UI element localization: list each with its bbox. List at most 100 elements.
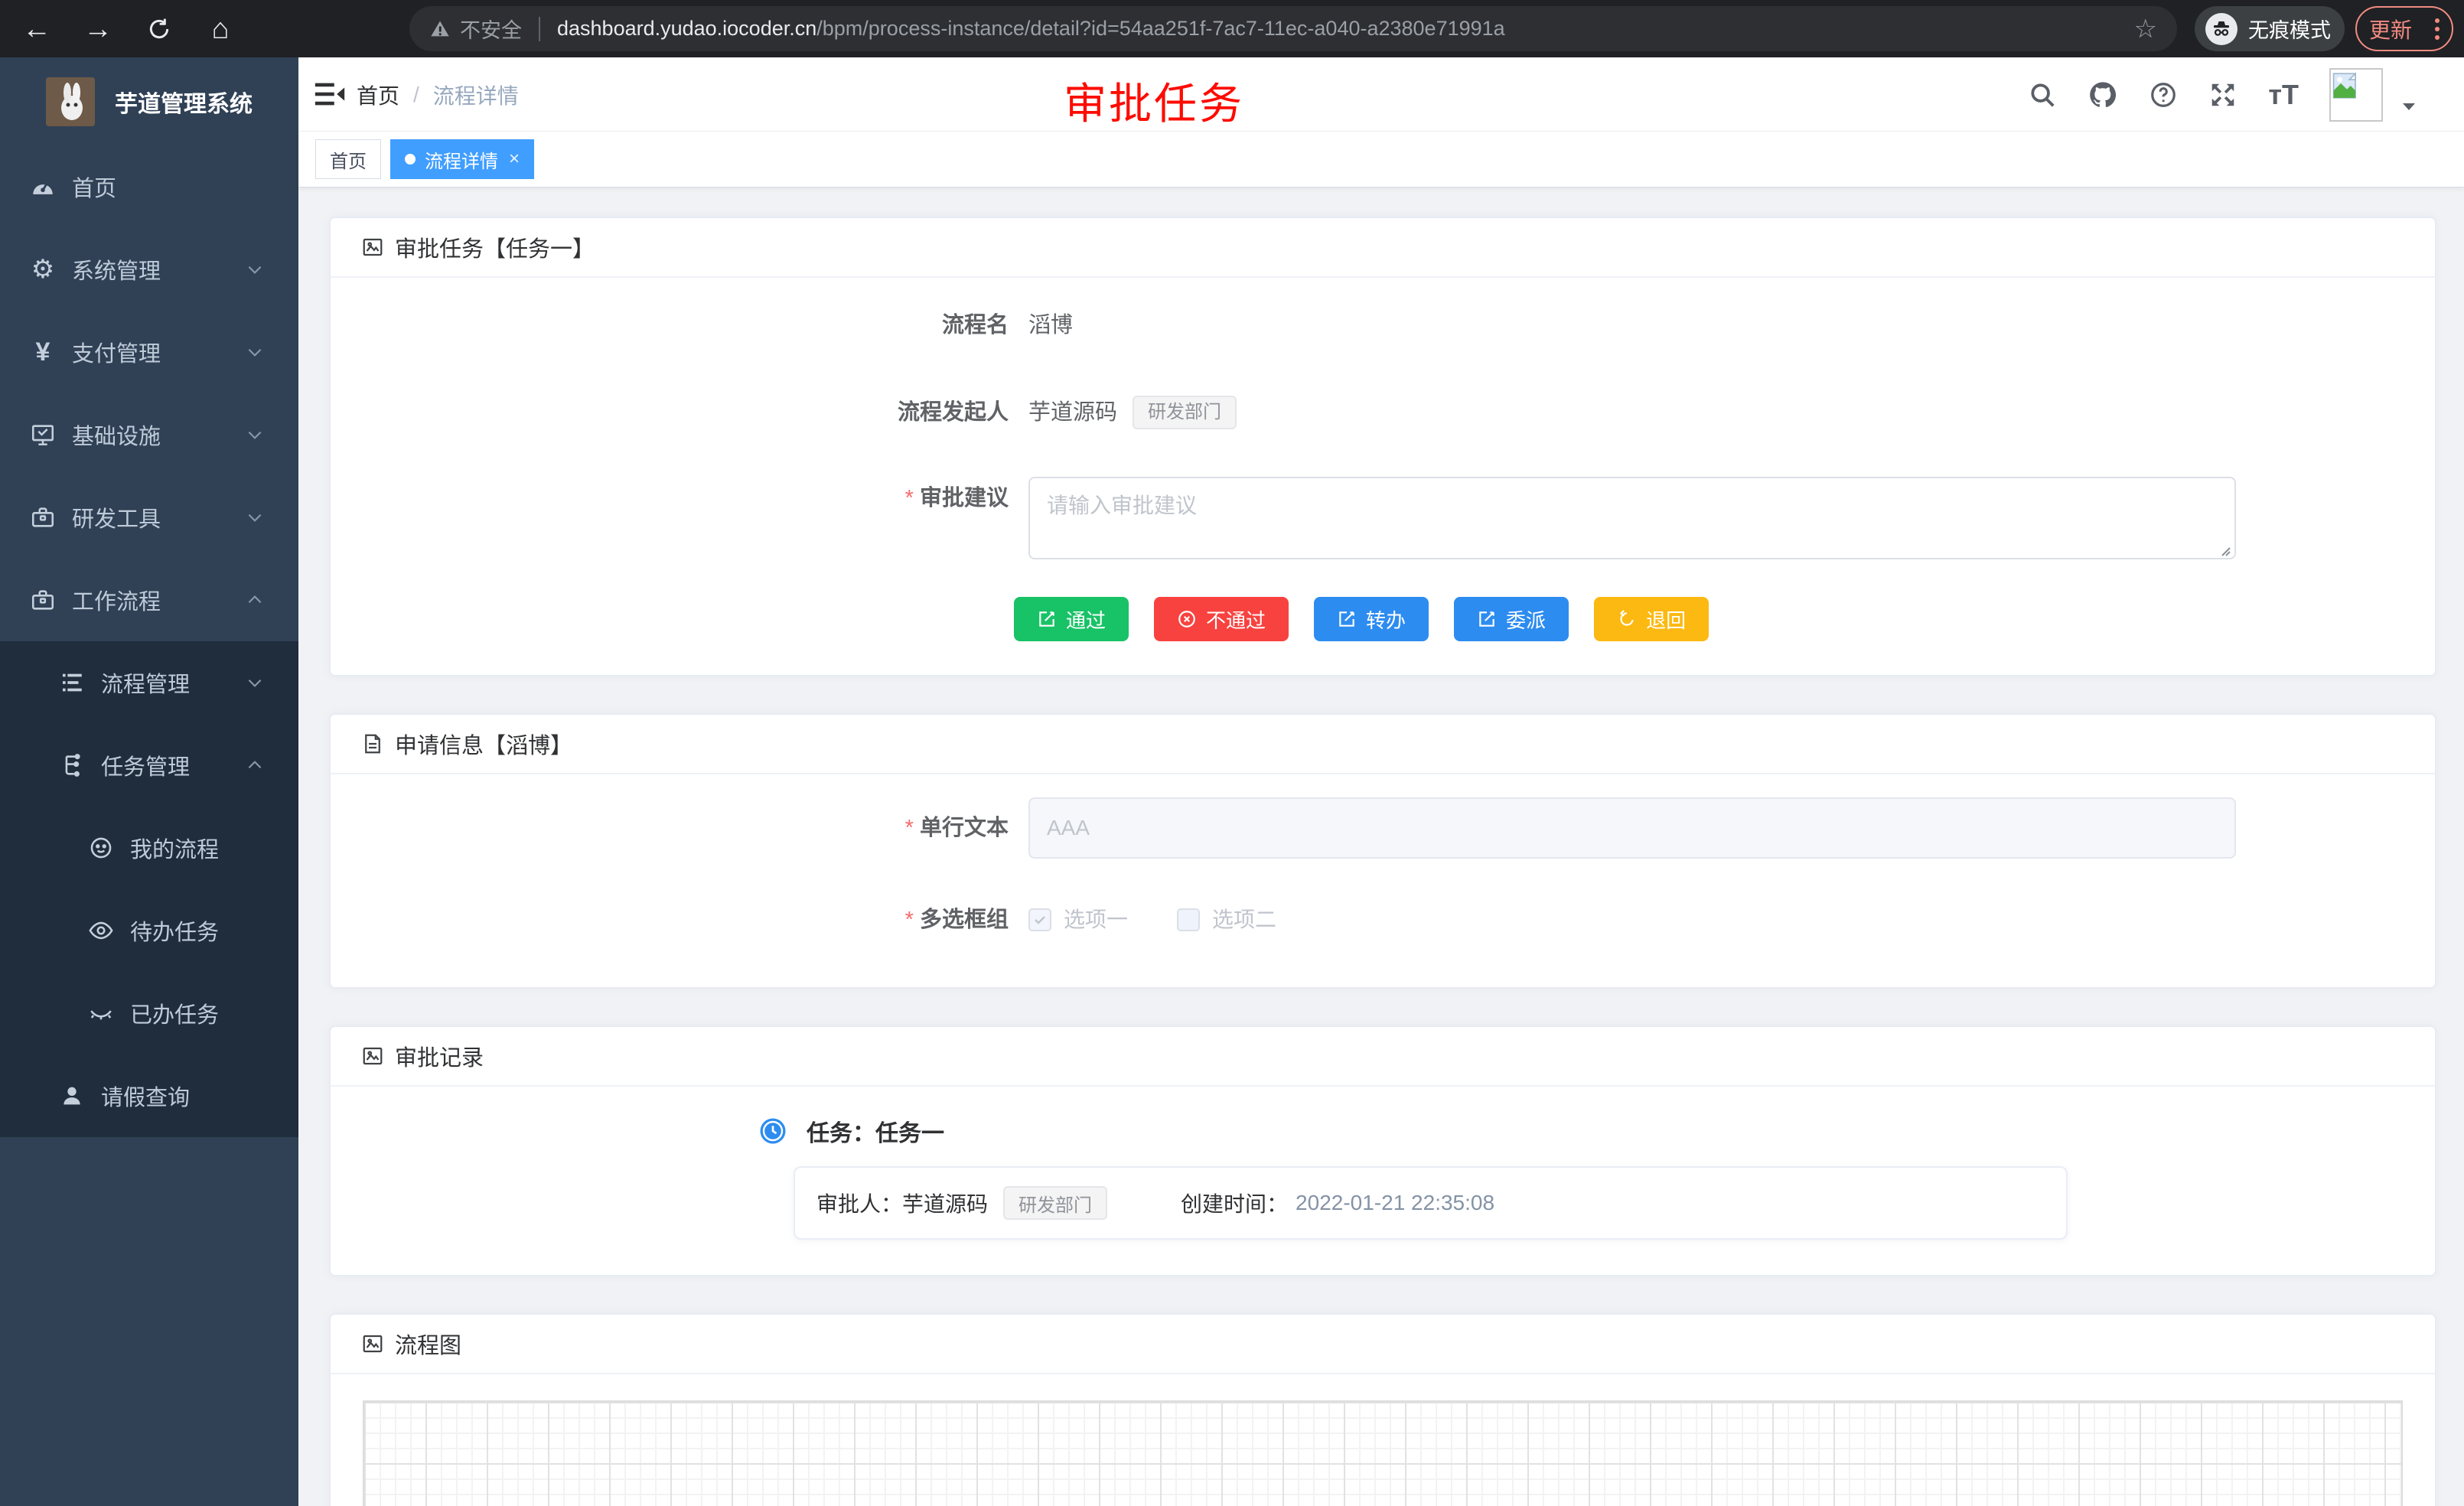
browser-forward-icon[interactable]: → [80, 11, 116, 47]
suggestion-field-wrap [1028, 477, 2236, 563]
tab-label: 首页 [330, 146, 367, 173]
task-title: 任务：任务一 [807, 1114, 944, 1148]
initiator-name: 芋道源码 [1028, 391, 1117, 434]
app-frame: 芋道管理系统 首页 ⚙ 系统管理 ¥ 支付管理 基础设施 [0, 57, 2464, 1506]
avatar[interactable] [2329, 68, 2383, 122]
single-text-label: 单行文本 [331, 797, 1028, 859]
sidebar-logo-row[interactable]: 芋道管理系统 [0, 57, 298, 145]
approve-actions: 通过 不通过 转办 委派 [331, 597, 2435, 641]
sidebar-item-task-mgmt[interactable]: 任务管理 [0, 724, 298, 807]
font-size-icon[interactable]: ᴛT [2268, 79, 2299, 111]
checkbox-option1 [1028, 908, 1051, 931]
delegate-button[interactable]: 委派 [1454, 597, 1569, 641]
app-logo [46, 77, 95, 126]
breadcrumb-home[interactable]: 首页 [357, 80, 399, 110]
sidebar-item-label: 流程管理 [101, 667, 190, 699]
sidebar-item-label: 已办任务 [130, 997, 219, 1029]
resize-grip-icon[interactable] [2218, 543, 2231, 557]
sidebar-item-label: 任务管理 [101, 749, 190, 781]
approver-name: 芋道源码 [902, 1188, 988, 1218]
reject-button[interactable]: 不通过 [1154, 597, 1289, 641]
sidebar-item-done-tasks[interactable]: 已办任务 [0, 972, 298, 1055]
browser-menu-icon[interactable] [2435, 18, 2440, 40]
pass-button[interactable]: 通过 [1014, 597, 1129, 641]
picture-icon [361, 1332, 384, 1355]
sidebar-item-home[interactable]: 首页 [0, 145, 298, 228]
apply-info-card: 申请信息【滔博】 单行文本 多选框组 选项一 [329, 713, 2436, 989]
approve-task-card: 审批任务【任务一】 流程名 滔博 流程发起人 芋道源码 研发部门 [329, 217, 2436, 676]
card-title: 审批任务【任务一】 [395, 231, 595, 263]
sidebar-item-my-process[interactable]: 我的流程 [0, 807, 298, 889]
suggestion-textarea[interactable] [1028, 477, 2236, 559]
initiator-label: 流程发起人 [331, 391, 1028, 434]
main-area: 首页 / 流程详情 审批任务 ᴛT 首页 [298, 57, 2464, 1506]
clock-icon [759, 1117, 787, 1145]
tags-view-bar: 首页 流程详情 × [298, 132, 2464, 187]
warning-icon [429, 18, 451, 40]
top-navbar: 首页 / 流程详情 审批任务 ᴛT [298, 57, 2464, 132]
sidebar-item-label: 系统管理 [72, 253, 161, 285]
sidebar-item-system[interactable]: ⚙ 系统管理 [0, 228, 298, 311]
apply-info-card-header: 申请信息【滔博】 [331, 715, 2435, 774]
return-button-label: 退回 [1646, 605, 1686, 634]
bookmark-star-icon[interactable]: ☆ [2134, 14, 2157, 44]
github-icon[interactable] [2088, 80, 2118, 110]
address-bar[interactable]: 不安全 dashboard.yudao.iocoder.cn/bpm/proce… [409, 6, 2177, 51]
created-time-value: 2022-01-21 22:35:08 [1296, 1191, 1494, 1215]
dept-tag: 研发部门 [1003, 1186, 1107, 1220]
sidebar-item-leave-query[interactable]: 请假查询 [0, 1055, 298, 1137]
sidebar-item-workflow[interactable]: 工作流程 [0, 559, 298, 641]
sidebar-item-todo-tasks[interactable]: 待办任务 [0, 889, 298, 972]
checkbox-option2-label: 选项二 [1212, 898, 1276, 941]
sidebar-item-label: 我的流程 [130, 832, 219, 864]
help-icon[interactable] [2149, 80, 2178, 109]
sidebar-item-pay[interactable]: ¥ 支付管理 [0, 311, 298, 393]
tab-close-icon[interactable]: × [509, 148, 520, 170]
checkbox-option2 [1177, 908, 1200, 931]
bpmn-canvas[interactable] [363, 1400, 2403, 1506]
browser-reload-icon[interactable] [141, 11, 178, 47]
user-face-icon [86, 833, 116, 863]
tab-home[interactable]: 首页 [315, 139, 381, 179]
approver-label: 审批人： [816, 1188, 902, 1218]
gear-icon: ⚙ [28, 254, 58, 285]
browser-toolbar: ← → ⌂ 不安全 dashboard.yudao.iocoder.cn/bpm… [0, 0, 2464, 57]
caret-down-icon[interactable] [2400, 97, 2418, 116]
return-button[interactable]: 退回 [1594, 597, 1709, 641]
monitor-icon [28, 419, 58, 450]
sidebar-item-label: 研发工具 [72, 501, 161, 533]
sidebar-item-label: 请假查询 [101, 1080, 190, 1112]
incognito-badge: 无痕模式 [2195, 6, 2345, 51]
approve-task-card-header: 审批任务【任务一】 [331, 218, 2435, 278]
initiator-value: 芋道源码 研发部门 [1028, 391, 1237, 434]
chevron-down-icon [245, 673, 265, 693]
picture-icon [361, 1045, 384, 1068]
hamburger-icon[interactable] [312, 77, 347, 112]
browser-home-icon[interactable]: ⌂ [202, 11, 239, 47]
flow-diagram-card: 流程图 [329, 1313, 2436, 1506]
card-title: 流程图 [395, 1328, 461, 1360]
transfer-button-label: 转办 [1366, 605, 1406, 634]
search-icon[interactable] [2028, 80, 2057, 109]
sidebar-item-devtools[interactable]: 研发工具 [0, 476, 298, 559]
browser-update-button[interactable]: 更新 [2355, 6, 2453, 51]
sidebar-item-infra[interactable]: 基础设施 [0, 393, 298, 476]
dashboard-icon [28, 171, 58, 202]
transfer-button[interactable]: 转办 [1314, 597, 1429, 641]
single-text-input [1028, 797, 2236, 859]
record-card: 审批人： 芋道源码 研发部门 创建时间： 2022-01-21 22:35:08 [794, 1166, 2068, 1240]
list-icon [57, 667, 87, 698]
sidebar-item-process-mgmt[interactable]: 流程管理 [0, 641, 298, 724]
suggestion-label: 审批建议 [331, 477, 1028, 520]
tab-process-detail[interactable]: 流程详情 × [390, 139, 534, 179]
url-text: dashboard.yudao.iocoder.cn/bpm/process-i… [557, 17, 1505, 41]
browser-back-icon[interactable]: ← [18, 11, 55, 47]
security-chip[interactable]: 不安全 [429, 14, 522, 44]
created-time-label: 创建时间： [1181, 1188, 1288, 1218]
sidebar-item-label: 首页 [72, 171, 116, 203]
chevron-down-icon [245, 507, 265, 527]
dept-tag: 研发部门 [1133, 396, 1237, 429]
breadcrumb-separator: / [413, 83, 419, 107]
fullscreen-icon[interactable] [2208, 80, 2237, 109]
picture-icon [361, 236, 384, 259]
